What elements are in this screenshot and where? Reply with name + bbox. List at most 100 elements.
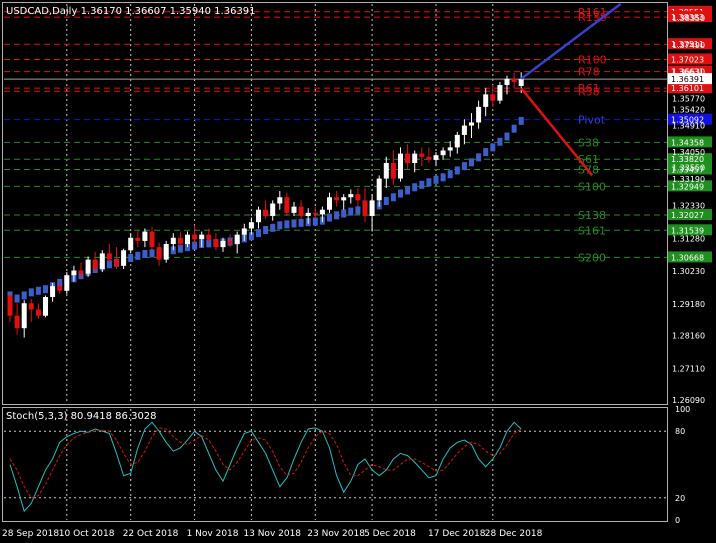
candle-body	[263, 209, 269, 216]
level-label: R38	[578, 85, 600, 98]
y-tick-label: 1.37490	[672, 41, 705, 50]
ma-point	[490, 143, 496, 152]
candle-body	[199, 234, 205, 240]
ma-point	[35, 286, 41, 295]
ma-point	[454, 166, 460, 175]
candle-body	[461, 125, 467, 135]
candle-body	[50, 286, 56, 298]
y-tick-label: 1.30230	[672, 267, 705, 276]
y-tick-label: 1.27110	[672, 364, 705, 373]
stoch-tick-label: 20	[675, 494, 685, 503]
candle-body	[341, 197, 347, 201]
candle-body	[369, 200, 375, 216]
ma-point	[327, 213, 332, 222]
x-tick-label: 1 Nov 2018	[187, 529, 239, 539]
candle-body	[234, 234, 240, 245]
ma-point	[142, 249, 148, 258]
candle-body	[383, 162, 389, 179]
candle-body	[362, 200, 368, 216]
ma-point	[128, 254, 134, 263]
x-tick-label: 23 Nov 2018	[307, 529, 365, 539]
candle-body	[390, 162, 396, 179]
candle-body	[78, 270, 84, 274]
y-tick-label: 1.26090	[672, 396, 705, 405]
candle-body	[121, 250, 127, 266]
candle-body	[35, 309, 41, 316]
candle-body	[270, 203, 276, 216]
candle-body	[99, 253, 105, 269]
candle-body	[483, 94, 489, 107]
candle-body	[206, 234, 212, 240]
level-label: R78	[578, 66, 600, 79]
candle-body	[398, 153, 403, 179]
stoch-tick-label: 100	[675, 405, 690, 414]
ma-point	[483, 148, 489, 157]
ma-point	[43, 285, 48, 294]
candle-body	[284, 197, 290, 213]
candle-body	[241, 228, 247, 235]
ma-point	[497, 137, 503, 146]
level-price-label: 1.36101	[671, 84, 704, 93]
candle-body	[128, 237, 134, 251]
y-tick-label: 1.34050	[672, 148, 705, 157]
x-tick-label: 28 Dec 2018	[485, 529, 543, 539]
x-tick-label: 10 Oct 2018	[59, 529, 115, 539]
x-tick-label: 22 Oct 2018	[123, 529, 179, 539]
ma-point	[398, 189, 403, 198]
candle-body	[469, 122, 474, 126]
candle-body	[92, 259, 98, 269]
ma-point	[298, 218, 304, 227]
ma-point	[390, 193, 396, 202]
candle-body	[248, 222, 254, 229]
ma-point	[469, 158, 474, 167]
candle-body	[298, 206, 304, 216]
candle-body	[412, 153, 418, 163]
candle-body	[312, 212, 318, 215]
candle-body	[170, 237, 176, 245]
ma-point	[341, 209, 347, 218]
candle-body	[21, 303, 27, 329]
stoch-tick-label: 80	[675, 427, 685, 436]
ma-point	[270, 223, 276, 232]
level-label: S161	[578, 224, 606, 237]
candle-body	[277, 197, 283, 204]
candle-body	[518, 79, 524, 86]
candle-body	[511, 78, 517, 82]
candle-body	[497, 85, 503, 101]
ma-point	[447, 170, 453, 179]
candle-body	[440, 150, 446, 156]
ma-point	[461, 162, 467, 171]
stoch-tick-label: 0	[675, 516, 680, 525]
candle-body	[319, 209, 325, 215]
chart-header: USDCAD,Daily 1.36170 1.36607 1.35940 1.3…	[6, 6, 256, 17]
level-label: S138	[578, 209, 606, 222]
candle-body	[334, 197, 340, 201]
chart-canvas: R1611.38551R1381.383831.37511R1001.37023…	[0, 0, 716, 543]
ma-point	[383, 197, 389, 206]
ma-point	[412, 183, 418, 192]
candle-body	[490, 94, 496, 101]
candle-body	[476, 106, 482, 123]
ma-point	[149, 249, 155, 258]
candle-body	[185, 234, 190, 245]
ma-point	[256, 229, 261, 238]
y-tick-label: 1.33550	[672, 164, 705, 173]
ma-point	[426, 178, 432, 187]
candle-body	[192, 234, 198, 240]
candle-body	[433, 155, 439, 160]
candle-body	[426, 156, 432, 160]
y-tick-label: 1.38350	[672, 14, 705, 23]
ma-point	[433, 175, 439, 184]
y-tick-label: 1.35420	[672, 105, 705, 114]
level-label: S200	[578, 251, 606, 264]
candle-body	[227, 240, 233, 245]
ma-point	[476, 153, 482, 162]
level-price-label: 1.32027	[671, 211, 704, 220]
candle-body	[327, 197, 332, 210]
ma-point	[355, 206, 361, 215]
ma-point	[291, 219, 297, 228]
candle-body	[291, 206, 297, 213]
ma-point	[518, 116, 524, 125]
x-tick-label: 5 Dec 2018	[364, 529, 416, 539]
level-price-label: 1.34358	[671, 138, 704, 147]
